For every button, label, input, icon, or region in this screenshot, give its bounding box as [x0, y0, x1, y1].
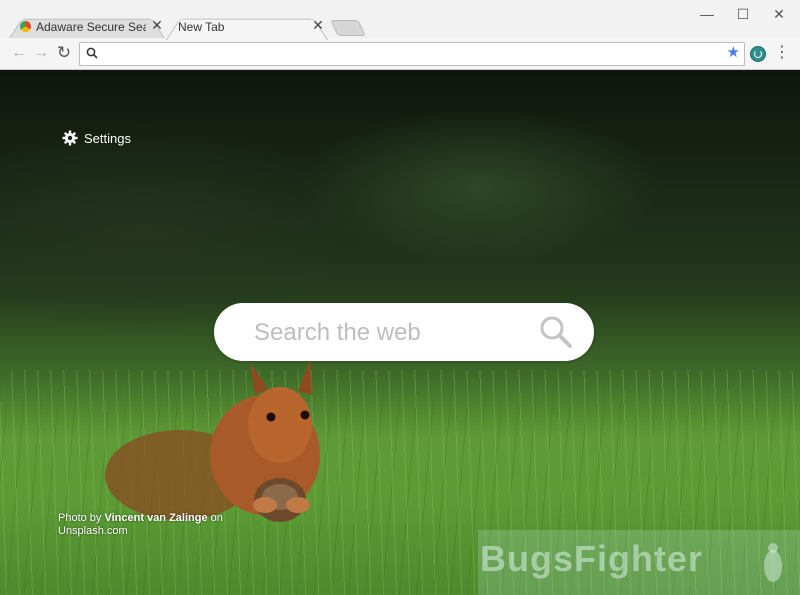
bookmark-star-icon[interactable]: ★: [727, 44, 740, 62]
credit-prefix: Photo by: [58, 512, 105, 524]
credit-site-link[interactable]: Unsplash.com: [58, 525, 128, 537]
back-button[interactable]: ←: [9, 43, 29, 63]
forward-button[interactable]: →: [31, 43, 51, 63]
watermark-text: BugsFighter: [480, 538, 703, 579]
browser-menu-button[interactable]: ⋮: [774, 44, 790, 62]
tab-adaware[interactable]: Adaware Secure Search - ✕: [8, 13, 166, 40]
photo-credit: Photo by Vincent van Zalinge on Unsplash…: [58, 512, 248, 538]
address-input[interactable]: [104, 45, 708, 63]
search-icon[interactable]: [539, 315, 573, 349]
adaware-favicon-icon: [20, 21, 31, 32]
credit-mid: on: [207, 512, 223, 524]
gear-icon: [62, 130, 78, 146]
reload-button[interactable]: ↻: [54, 43, 74, 63]
web-search-box[interactable]: [214, 303, 594, 361]
window-close-button[interactable]: ✕: [762, 4, 796, 24]
new-tab-page: Settings Photo by Vincent van Zalinge on…: [0, 70, 800, 595]
search-input[interactable]: [252, 317, 516, 349]
credit-author-link[interactable]: Vincent van Zalinge: [104, 512, 207, 524]
adaware-extension-icon[interactable]: [750, 46, 766, 62]
tab-title: Adaware Secure Search -: [36, 20, 146, 34]
maximize-button[interactable]: ☐: [726, 4, 760, 24]
settings-link[interactable]: Settings: [62, 128, 131, 148]
watermark: BugsFighter: [478, 530, 800, 595]
minimize-button[interactable]: —: [690, 4, 724, 24]
address-bar[interactable]: ★: [79, 42, 745, 66]
close-icon[interactable]: ✕: [311, 18, 325, 32]
bug-logo-icon: [764, 543, 782, 582]
settings-label: Settings: [84, 130, 131, 146]
search-icon: [86, 47, 98, 59]
browser-titlebar: Adaware Secure Search - ✕ New Tab ✕ — ☐ …: [0, 0, 800, 40]
close-icon[interactable]: ✕: [150, 18, 164, 32]
tab-new-tab[interactable]: New Tab ✕: [166, 13, 328, 40]
browser-toolbar: ← → ↻ ★ ⋮: [0, 38, 800, 70]
new-tab-button[interactable]: [330, 20, 366, 36]
tab-title: New Tab: [178, 20, 225, 34]
